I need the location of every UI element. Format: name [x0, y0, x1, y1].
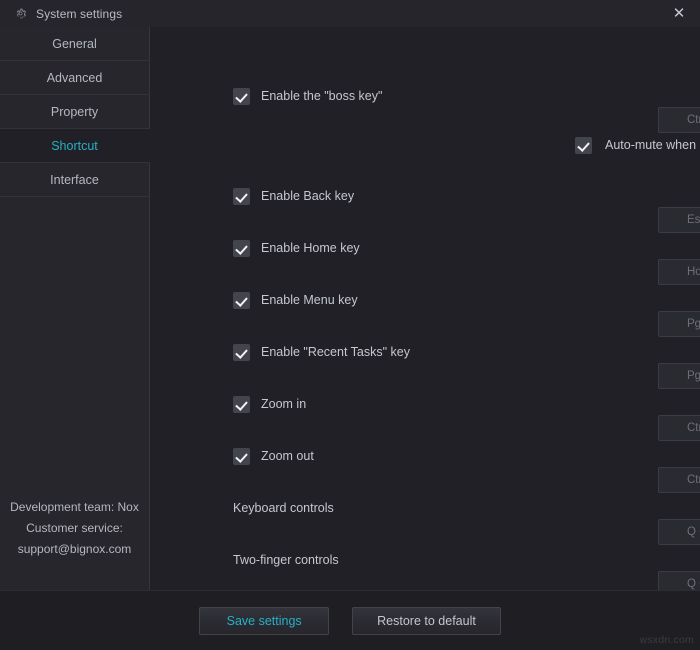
- keyboard-controls-input[interactable]: Q + 1: [658, 519, 700, 545]
- restore-to-default-button[interactable]: Restore to default: [352, 606, 501, 635]
- window-body: General Advanced Property Shortcut Inter…: [0, 27, 700, 597]
- sidebar-item-label: Property: [50, 104, 99, 119]
- sidebar-item-general[interactable]: General: [0, 27, 149, 61]
- enable-recent-tasks-key-toggle[interactable]: Enable "Recent Tasks" key: [233, 341, 700, 363]
- shortcut-row-auto-mute: Auto-mute when hidden: [150, 137, 700, 185]
- checkbox-checked-icon[interactable]: [233, 187, 250, 205]
- gear-icon: [16, 8, 27, 19]
- zoom-in-input[interactable]: Ctrl + Up: [658, 415, 700, 441]
- shortcut-row-back-key: Enable Back key Esc: [150, 185, 700, 237]
- shortcut-value: PgUp: [687, 370, 700, 382]
- shortcut-value: Ctrl + Up: [687, 422, 700, 434]
- shortcut-row-label: Enable Menu key: [261, 292, 358, 307]
- shortcut-value: Q + 1: [687, 526, 700, 538]
- zoom-out-input[interactable]: Ctrl + Down: [658, 467, 700, 493]
- auto-mute-toggle[interactable]: Auto-mute when hidden: [575, 137, 700, 154]
- window-title: System settings: [36, 6, 123, 21]
- sidebar: General Advanced Property Shortcut Inter…: [0, 27, 150, 590]
- shortcut-row-keyboard-controls: Keyboard controls Q + 1: [150, 497, 700, 549]
- boss-key-input[interactable]: Ctrl + Alt + X: [658, 107, 700, 133]
- watermark: wsxdn.com: [639, 634, 694, 646]
- sidebar-item-label: Interface: [50, 172, 99, 187]
- checkbox-checked-icon[interactable]: [233, 447, 250, 465]
- support-email-text: support@bignox.com: [17, 542, 132, 556]
- enable-zoom-in-toggle[interactable]: Zoom in: [233, 393, 700, 415]
- shortcut-row-label: Enable the "boss key": [261, 88, 383, 103]
- shortcut-row-label: Two-finger controls: [233, 552, 339, 567]
- system-settings-window: System settings ✕ General Advanced Prope…: [0, 0, 700, 650]
- sidebar-item-label: Advanced: [46, 70, 103, 85]
- checkbox-checked-icon[interactable]: [233, 87, 250, 105]
- shortcut-row-menu-key: Enable Menu key PgDn: [150, 289, 700, 341]
- checkbox-checked-icon[interactable]: [233, 239, 250, 257]
- checkbox-checked-icon[interactable]: [233, 291, 250, 309]
- home-key-input[interactable]: Home: [658, 259, 700, 285]
- shortcut-value: Q + 2: [687, 578, 700, 590]
- shortcut-value: Home: [687, 266, 700, 278]
- shortcut-row-label: Enable "Recent Tasks" key: [261, 344, 410, 359]
- back-key-input[interactable]: Esc: [658, 207, 700, 233]
- save-settings-button[interactable]: Save settings: [199, 606, 330, 635]
- shortcut-value: PgDn: [687, 318, 700, 330]
- enable-back-key-toggle[interactable]: Enable Back key: [233, 185, 700, 207]
- shortcut-row-recent-tasks-key: Enable "Recent Tasks" key PgUp: [150, 341, 700, 393]
- shortcut-row-zoom-in: Zoom in Ctrl + Up: [150, 393, 700, 445]
- sidebar-item-shortcut[interactable]: Shortcut: [0, 129, 150, 163]
- shortcut-row-zoom-out: Zoom out Ctrl + Down: [150, 445, 700, 497]
- sidebar-footer: Development team: Nox Customer service: …: [0, 497, 149, 590]
- two-finger-controls-label-wrap: Two-finger controls: [233, 549, 700, 571]
- title-bar: System settings ✕: [0, 0, 700, 27]
- bottom-action-bar: Save settings Restore to default wsxdn.c…: [0, 590, 700, 650]
- shortcut-row-home-key: Enable Home key Home: [150, 237, 700, 289]
- shortcut-value: Ctrl + Down: [687, 474, 700, 486]
- enable-boss-key-toggle[interactable]: Enable the "boss key": [233, 85, 700, 107]
- sidebar-item-property[interactable]: Property: [0, 95, 149, 129]
- development-team-text: Development team: Nox: [10, 500, 139, 514]
- sidebar-item-interface[interactable]: Interface: [0, 163, 149, 197]
- shortcut-settings-panel: Enable the "boss key" Ctrl + Alt + X Aut…: [150, 27, 700, 597]
- enable-zoom-out-toggle[interactable]: Zoom out: [233, 445, 700, 467]
- keyboard-controls-label-wrap: Keyboard controls: [233, 497, 700, 519]
- shortcut-value: Ctrl + Alt + X: [687, 114, 700, 126]
- sidebar-item-advanced[interactable]: Advanced: [0, 61, 149, 95]
- shortcut-row-label: Enable Back key: [261, 188, 355, 203]
- close-label: ✕: [672, 5, 686, 22]
- customer-service-text: Customer service:: [26, 521, 123, 535]
- shortcut-row-boss-key: Enable the "boss key" Ctrl + Alt + X: [150, 85, 700, 137]
- enable-menu-key-toggle[interactable]: Enable Menu key: [233, 289, 700, 311]
- shortcut-value: Esc: [687, 214, 700, 226]
- shortcut-row-label: Enable Home key: [261, 240, 360, 255]
- checkbox-checked-icon[interactable]: [575, 137, 592, 154]
- shortcut-row-label: Zoom out: [261, 448, 314, 463]
- checkbox-checked-icon[interactable]: [233, 395, 250, 413]
- sidebar-item-label: General: [52, 36, 97, 51]
- shortcut-row-label: Zoom in: [261, 396, 307, 411]
- auto-mute-label: Auto-mute when hidden: [605, 138, 700, 152]
- close-icon[interactable]: ✕: [658, 0, 700, 27]
- shortcut-row-label: Keyboard controls: [233, 500, 334, 515]
- recent-tasks-key-input[interactable]: PgUp: [658, 363, 700, 389]
- enable-home-key-toggle[interactable]: Enable Home key: [233, 237, 700, 259]
- menu-key-input[interactable]: PgDn: [658, 311, 700, 337]
- sidebar-item-label: Shortcut: [51, 138, 98, 153]
- checkbox-checked-icon[interactable]: [233, 343, 250, 361]
